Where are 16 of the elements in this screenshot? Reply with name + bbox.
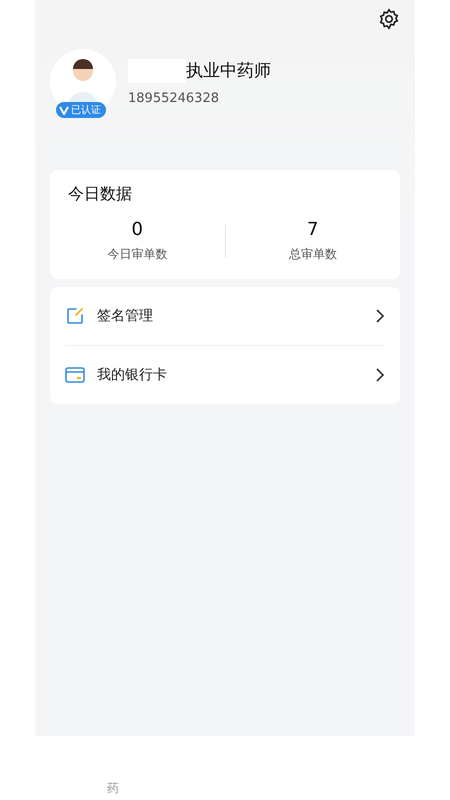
menu-item[interactable]: 我的银行卡 [97, 366, 363, 384]
card-icon [65, 365, 85, 385]
stat-value: 0 [132, 219, 143, 240]
edit-icon [65, 306, 85, 326]
card-title: 今日数据 [67, 184, 133, 205]
stat-label: 今日审单数 [107, 246, 168, 263]
settings-icon[interactable] [378, 8, 400, 30]
stat-value: 7 [307, 219, 318, 240]
stat-label: 总审单数 [288, 246, 337, 263]
phone-number: 18955246328 [128, 90, 220, 106]
verified-label: 已认证 [71, 104, 101, 117]
chevron-right-icon [375, 368, 385, 382]
menu-item[interactable]: 签名管理 [97, 307, 363, 325]
chevron-right-icon [375, 309, 385, 323]
check-icon [59, 105, 69, 115]
profile-title: 执业中药师 [186, 60, 271, 82]
